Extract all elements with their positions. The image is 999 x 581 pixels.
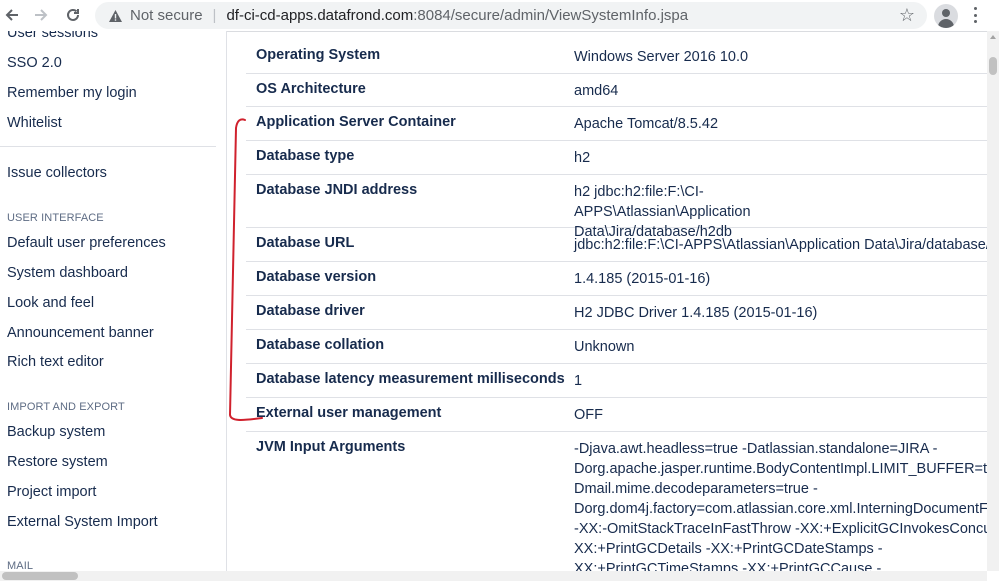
jvm-argument-line: Dorg.apache.jasper.runtime.BodyContentIm… xyxy=(574,461,987,477)
row-key: JVM Input Arguments xyxy=(256,439,406,455)
sidebar-item-issue-collectors[interactable]: Issue collectors xyxy=(7,165,107,181)
url-path: :8084/secure/admin/ViewSystemInfo.jspa xyxy=(413,7,689,24)
row-value: amd64 xyxy=(574,83,619,99)
forward-icon[interactable] xyxy=(29,3,53,27)
sidebar-heading-user-interface: USER INTERFACE xyxy=(7,212,104,224)
row-key: Database version xyxy=(256,269,377,285)
reload-icon[interactable] xyxy=(61,3,85,27)
row-value: Apache Tomcat/8.5.42 xyxy=(574,116,719,132)
profile-avatar-icon[interactable] xyxy=(934,4,958,28)
scroll-up-arrow-icon[interactable] xyxy=(990,35,996,39)
browser-toolbar: Not secure | df-ci-cd-apps.datafrond.com… xyxy=(0,0,999,32)
sidebar-item-user-sessions[interactable]: User sessions xyxy=(7,31,98,41)
jvm-argument-line: XX:+PrintGCDetails -XX:+PrintGCDateStamp… xyxy=(574,541,883,557)
sidebar-heading-import-export: IMPORT AND EXPORT xyxy=(7,401,125,413)
table-row: Database driver H2 JDBC Driver 1.4.185 (… xyxy=(246,295,987,330)
jvm-argument-line: -Djava.awt.headless=true -Datlassian.sta… xyxy=(574,441,938,457)
row-value: 1 xyxy=(574,373,583,389)
table-row: Application Server Container Apache Tomc… xyxy=(246,106,987,141)
table-row: JVM Input Arguments -Djava.awt.headless=… xyxy=(246,431,987,571)
sidebar-item-look-and-feel[interactable]: Look and feel xyxy=(7,295,94,311)
back-icon[interactable] xyxy=(0,3,24,27)
row-key: External user management xyxy=(256,405,442,421)
row-key: Database latency measurement millisecond… xyxy=(256,371,565,387)
sidebar-item-external-system-import[interactable]: External System Import xyxy=(7,514,158,530)
table-row: Operating System Windows Server 2016 10.… xyxy=(246,39,987,74)
sidebar-item-announcement-banner[interactable]: Announcement banner xyxy=(7,325,154,341)
row-key: OS Architecture xyxy=(256,81,366,97)
bookmark-star-icon[interactable]: ☆ xyxy=(899,5,915,26)
sidebar-item-system-dashboard[interactable]: System dashboard xyxy=(7,265,128,281)
sidebar-item-remember-login[interactable]: Remember my login xyxy=(7,85,137,101)
sidebar-divider xyxy=(0,146,216,147)
jvm-argument-line: -XX:-OmitStackTraceInFastThrow -XX:+Expl… xyxy=(574,521,987,537)
table-row: External user management OFF xyxy=(246,397,987,432)
warning-icon[interactable] xyxy=(107,8,123,24)
row-value: 1.4.185 (2015-01-16) xyxy=(574,271,711,287)
table-row: Database type h2 xyxy=(246,140,987,175)
security-label[interactable]: Not secure xyxy=(130,7,203,24)
row-key: Database URL xyxy=(256,235,355,251)
table-row: Database collation Unknown xyxy=(246,329,987,364)
row-value: h2 xyxy=(574,150,591,166)
omnibox-separator: | xyxy=(212,7,217,24)
row-key: Database type xyxy=(256,148,355,164)
table-row: Database JNDI address h2 jdbc:h2:file:F:… xyxy=(246,174,987,240)
row-key: Database driver xyxy=(256,303,365,319)
sidebar-item-project-import[interactable]: Project import xyxy=(7,484,96,500)
admin-sidebar: User sessions SSO 2.0 Remember my login … xyxy=(0,31,227,581)
row-value: Unknown xyxy=(574,339,635,355)
sidebar-item-restore-system[interactable]: Restore system xyxy=(7,454,108,470)
row-key: Database collation xyxy=(256,337,385,353)
horizontal-scrollbar[interactable] xyxy=(0,571,987,581)
sidebar-item-backup-system[interactable]: Backup system xyxy=(7,424,105,440)
jvm-argument-line: XX:+PrintGCTimeStamps -XX:+PrintGCCause … xyxy=(574,561,882,571)
address-bar[interactable]: Not secure | df-ci-cd-apps.datafrond.com… xyxy=(95,2,927,29)
url-host: df-ci-cd-apps.datafrond.com xyxy=(226,7,414,24)
jvm-argument-line: Dorg.dom4j.factory=com.atlassian.core.xm… xyxy=(574,501,987,517)
system-info-panel: Operating System Windows Server 2016 10.… xyxy=(227,31,987,571)
row-value: OFF xyxy=(574,407,603,423)
jvm-arguments-value: -Djava.awt.headless=true -Datlassian.sta… xyxy=(574,439,987,571)
sidebar-item-rich-text-editor[interactable]: Rich text editor xyxy=(7,354,104,370)
jvm-argument-line: Dmail.mime.decodeparameters=true - xyxy=(574,481,818,497)
vertical-scrollbar[interactable] xyxy=(987,31,999,571)
row-key: Database JNDI address xyxy=(256,182,418,198)
browser-menu-icon[interactable] xyxy=(970,5,980,25)
row-key: Operating System xyxy=(256,47,381,63)
table-row: OS Architecture amd64 xyxy=(246,73,987,107)
sidebar-item-sso[interactable]: SSO 2.0 xyxy=(7,55,62,71)
table-row: Database latency measurement millisecond… xyxy=(246,363,987,398)
sidebar-item-whitelist[interactable]: Whitelist xyxy=(7,115,62,131)
row-key: Application Server Container xyxy=(256,114,456,130)
row-value: Windows Server 2016 10.0 xyxy=(574,49,749,65)
table-row: Database URL jdbc:h2:file:F:\CI-APPS\Atl… xyxy=(246,227,987,262)
horizontal-scroll-thumb[interactable] xyxy=(2,572,78,580)
sidebar-item-default-user-preferences[interactable]: Default user preferences xyxy=(7,235,166,251)
vertical-scroll-thumb[interactable] xyxy=(989,57,997,75)
row-value: jdbc:h2:file:F:\CI-APPS\Atlassian\Applic… xyxy=(574,237,987,253)
table-row: Database version 1.4.185 (2015-01-16) xyxy=(246,261,987,296)
row-value: H2 JDBC Driver 1.4.185 (2015-01-16) xyxy=(574,305,818,321)
